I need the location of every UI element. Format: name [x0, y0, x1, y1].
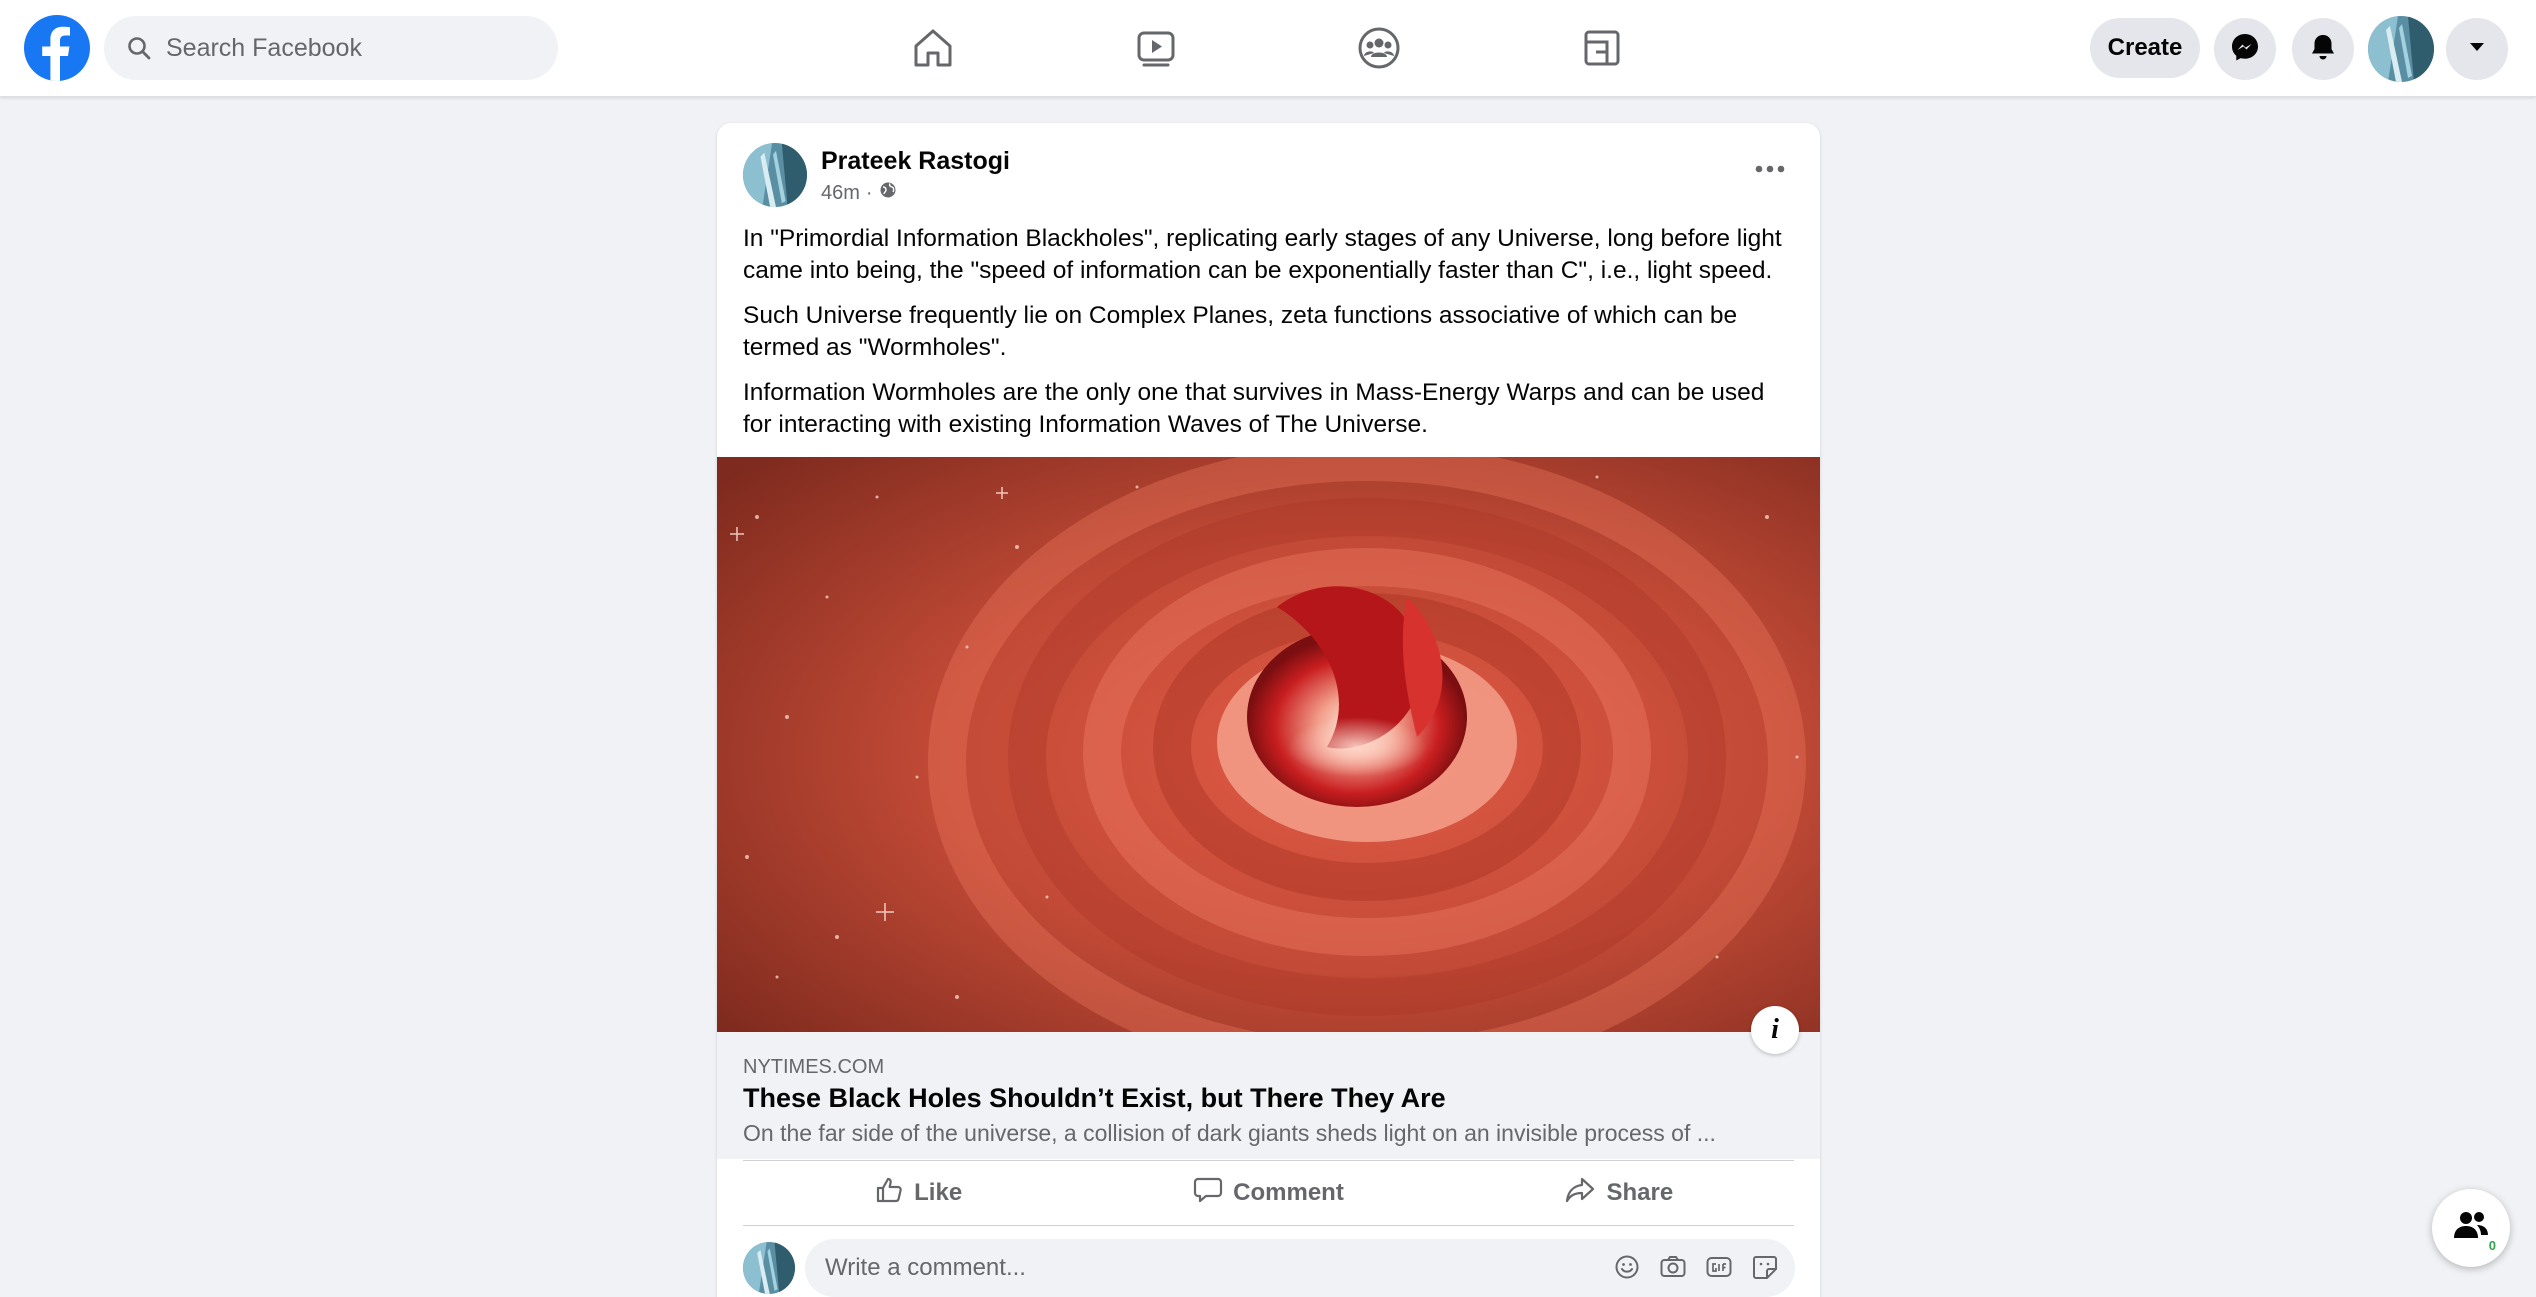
post-paragraph: In "Primordial Information Blackholes", …	[743, 225, 1782, 284]
comment-button[interactable]: Comment	[1093, 1161, 1443, 1225]
comment-tools	[1613, 1253, 1779, 1281]
emoji-icon[interactable]	[1613, 1253, 1641, 1281]
comment-label: Comment	[1233, 1179, 1344, 1206]
contacts-count: 0	[2488, 1238, 2496, 1253]
notifications-icon	[2308, 32, 2338, 67]
search-icon	[124, 33, 154, 63]
home-icon[interactable]	[905, 20, 961, 76]
post-text: In "Primordial Information Blackholes", …	[743, 223, 1798, 454]
facebook-logo[interactable]	[24, 15, 90, 81]
more-icon	[1755, 160, 1785, 178]
author-avatar[interactable]	[743, 143, 807, 207]
post-paragraph: Information Wormholes are the only one t…	[743, 379, 1765, 438]
camera-icon[interactable]	[1659, 1253, 1687, 1281]
post-card: Prateek Rastogi 46m · In "Primordial Inf…	[717, 123, 1820, 1297]
author-name[interactable]: Prateek Rastogi	[821, 147, 1010, 176]
share-label: Share	[1606, 1179, 1674, 1206]
comment-icon	[1193, 1175, 1223, 1212]
comment-input[interactable]	[825, 1254, 1585, 1282]
facebook-f-icon	[42, 26, 70, 81]
share-button[interactable]: Share	[1444, 1161, 1794, 1225]
comment-box[interactable]	[805, 1239, 1795, 1297]
video-icon[interactable]	[1128, 20, 1184, 76]
like-label: Like	[914, 1179, 963, 1206]
top-navigation-bar: Create	[0, 0, 2536, 97]
share-icon	[1564, 1175, 1596, 1212]
post-paragraph: Such Universe frequently lie on Complex …	[743, 302, 1738, 361]
post-options-button[interactable]	[1750, 157, 1790, 181]
info-icon: i	[1771, 1014, 1779, 1045]
search-input[interactable]	[166, 33, 526, 63]
people-icon	[2451, 1208, 2491, 1249]
commenter-avatar[interactable]	[743, 1242, 795, 1294]
link-title[interactable]: These Black Holes Shouldn’t Exist, but T…	[743, 1083, 1446, 1114]
thumbs-up-icon	[874, 1175, 904, 1212]
globe-icon	[879, 181, 897, 205]
like-button[interactable]: Like	[743, 1161, 1093, 1225]
search-bar[interactable]	[104, 16, 558, 80]
chevron-down-icon	[2466, 36, 2488, 63]
account-avatar[interactable]	[2368, 16, 2434, 82]
create-button[interactable]: Create	[2090, 18, 2200, 78]
link-domain: NYTIMES.COM	[743, 1056, 885, 1078]
link-preview-image[interactable]	[717, 457, 1820, 1032]
contacts-button[interactable]: 0	[2432, 1189, 2510, 1267]
post-meta: 46m ·	[821, 181, 897, 205]
post-time[interactable]: 46m	[821, 182, 860, 205]
gif-icon[interactable]	[1705, 1253, 1733, 1281]
sticker-icon[interactable]	[1751, 1253, 1779, 1281]
post-actions: Like Comment Share	[743, 1160, 1794, 1226]
notifications-button[interactable]	[2292, 18, 2354, 80]
gaming-icon[interactable]	[1574, 20, 1630, 76]
messenger-icon	[2229, 31, 2261, 68]
link-description: On the far side of the universe, a colli…	[743, 1120, 1716, 1146]
messenger-button[interactable]	[2214, 18, 2276, 80]
account-menu-button[interactable]	[2446, 18, 2508, 80]
groups-icon[interactable]	[1351, 20, 1407, 76]
info-button[interactable]: i	[1751, 1006, 1799, 1054]
